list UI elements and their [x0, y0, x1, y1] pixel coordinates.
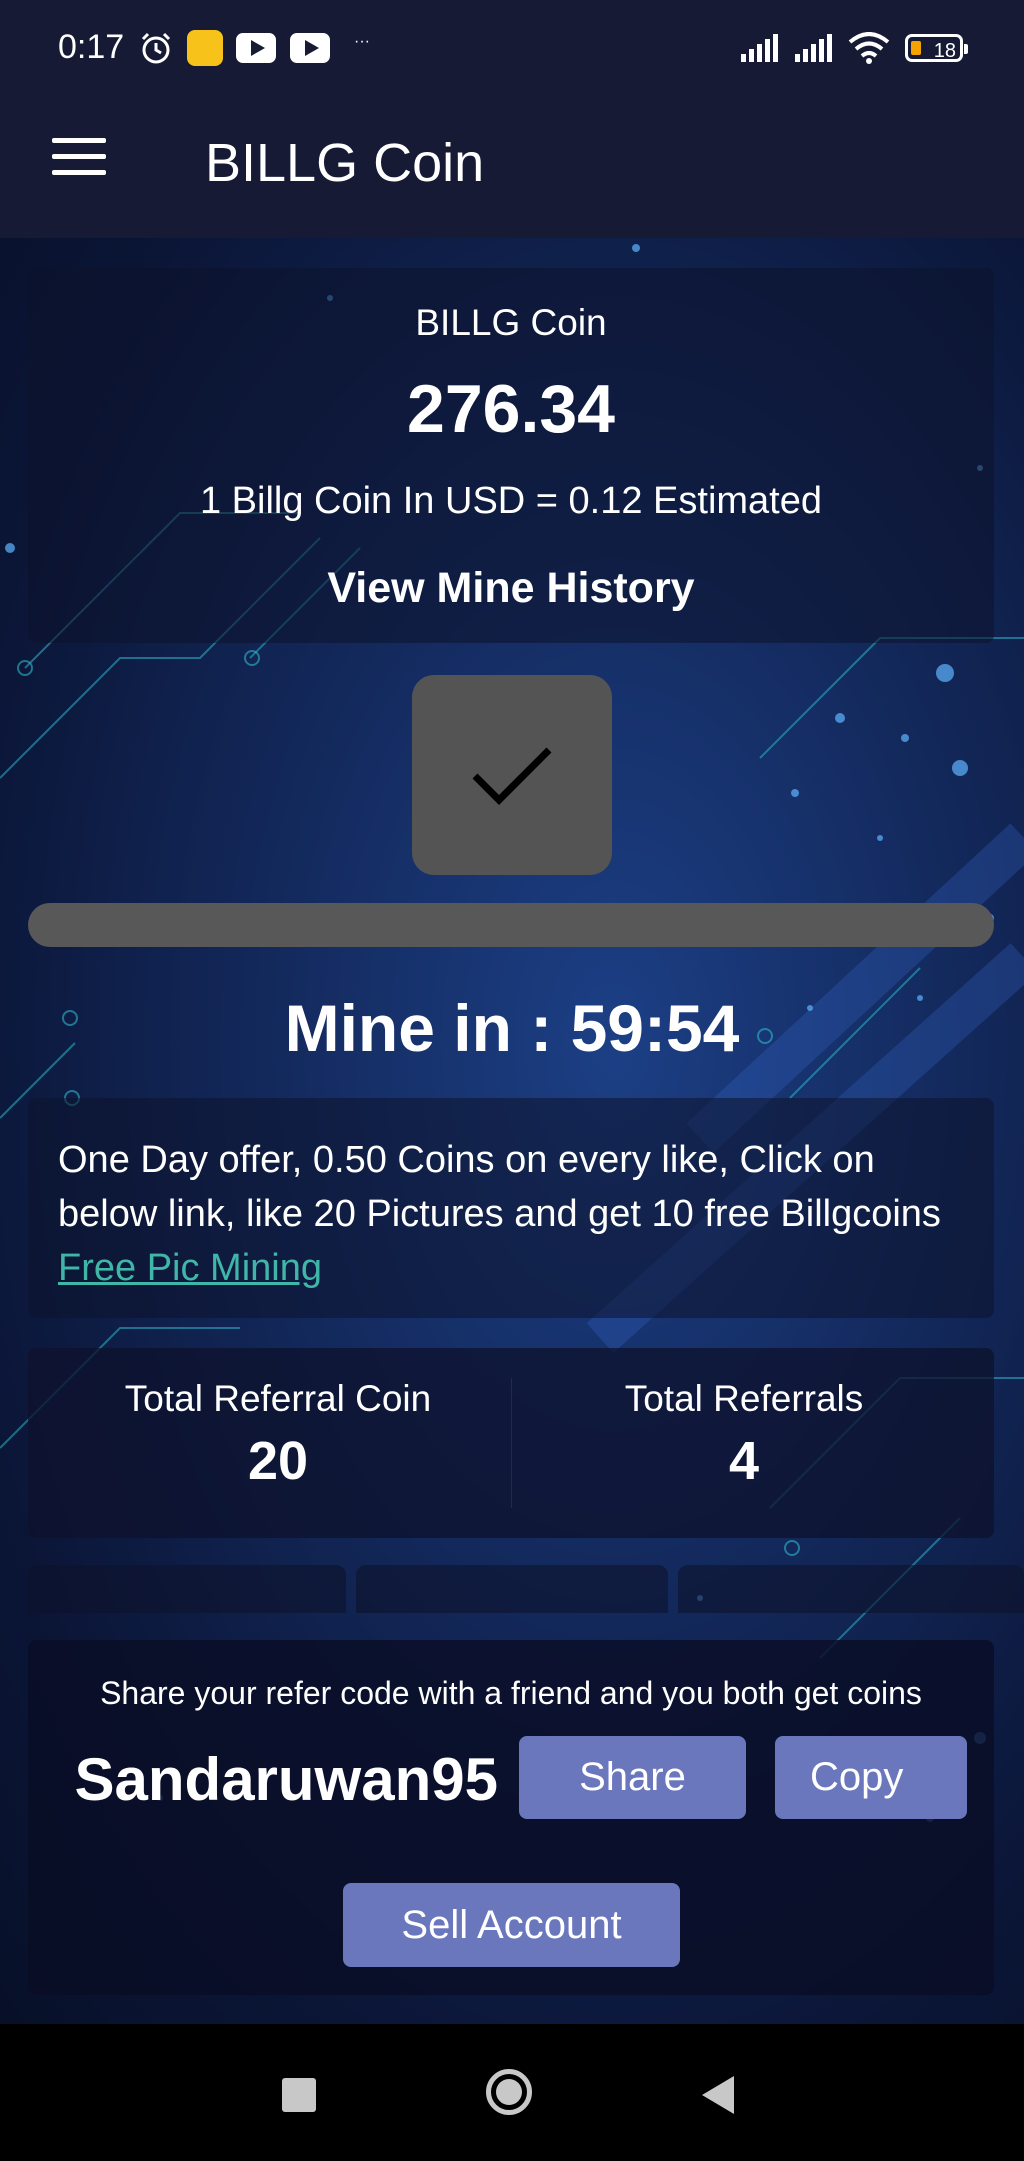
usd-rate-text: 1 Billg Coin In USD = 0.12 Estimated [199, 480, 823, 522]
recent-apps-icon[interactable] [282, 2078, 316, 2112]
wifi-icon [848, 28, 890, 68]
back-icon[interactable] [702, 2076, 734, 2114]
more-notifications-icon: ··· [354, 33, 370, 50]
tab-item[interactable] [678, 1565, 1024, 1613]
share-instructions: Share your refer code with a friend and … [100, 1675, 922, 1711]
offer-text: One Day offer, 0.50 Coins on every like,… [58, 1139, 941, 1235]
total-referrals-value: 4 [728, 1431, 760, 1491]
signal-icon [741, 28, 778, 68]
status-bar: 0:17 ··· 18 [0, 0, 1024, 96]
share-button[interactable]: Share [519, 1736, 746, 1819]
total-referrals-stat: Total Referrals 4 [514, 1378, 974, 1492]
coin-name-label: BILLG Coin [415, 302, 607, 343]
copy-button[interactable]: Copy [775, 1736, 967, 1819]
sell-account-button[interactable]: Sell Account [343, 1883, 680, 1967]
signal-icon [795, 28, 832, 68]
youtube-icon [290, 28, 330, 68]
tab-item[interactable] [356, 1565, 668, 1613]
total-referral-coin-label: Total Referral Coin [124, 1378, 432, 1419]
battery-icon: 18 [905, 28, 968, 68]
alarm-icon [138, 28, 174, 68]
mine-countdown-timer: Mine in : 59:54 [284, 991, 740, 1065]
total-referral-coin-stat: Total Referral Coin 20 [48, 1378, 508, 1492]
app-notification-icon [187, 28, 223, 68]
app-toolbar: BILLG Coin [0, 96, 1024, 238]
total-referrals-label: Total Referrals [624, 1378, 864, 1419]
total-referral-coin-value: 20 [247, 1431, 309, 1491]
status-time: 0:17 [58, 28, 125, 66]
view-mine-history-link[interactable]: View Mine History [28, 564, 994, 613]
offer-card: One Day offer, 0.50 Coins on every like,… [28, 1098, 994, 1318]
coin-balance-value: 276.34 [407, 371, 615, 447]
mining-progress-bar [28, 903, 994, 947]
checkmark-icon [472, 747, 552, 805]
hidden-tab-strip [28, 1565, 1024, 1613]
referral-stats-card: Total Referral Coin 20 Total Referrals 4 [28, 1348, 994, 1538]
free-pic-mining-link[interactable]: Free Pic Mining [58, 1247, 322, 1289]
app-title: BILLG Coin [205, 133, 485, 193]
battery-level: 18 [905, 34, 968, 62]
home-icon[interactable] [486, 2069, 532, 2115]
youtube-icon [236, 28, 276, 68]
mine-button[interactable] [412, 675, 612, 875]
refer-code: Sandaruwan95 [28, 1740, 499, 1820]
coin-balance-card: BILLG Coin 276.34 1 Billg Coin In USD = … [28, 268, 994, 643]
refer-code-text: Sandaruwan95 [74, 1746, 499, 1813]
stat-divider [511, 1378, 512, 1508]
system-navigation-bar [0, 2024, 1024, 2161]
offer-text-block: One Day offer, 0.50 Coins on every like,… [58, 1133, 954, 1295]
tab-item[interactable] [28, 1565, 346, 1613]
hamburger-menu-icon[interactable] [52, 138, 106, 182]
